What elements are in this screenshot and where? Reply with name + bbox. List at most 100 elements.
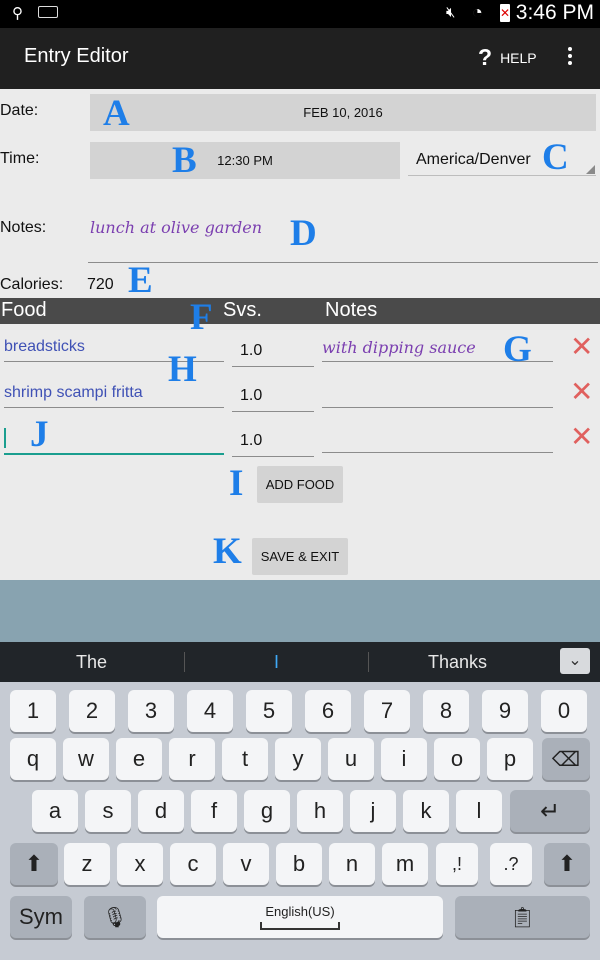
letter-key[interactable]: u bbox=[328, 738, 374, 780]
letter-key[interactable]: s bbox=[85, 790, 131, 832]
digit-key[interactable]: 0 bbox=[541, 690, 587, 732]
letter-key[interactable]: c bbox=[170, 843, 216, 885]
letter-key[interactable]: f bbox=[191, 790, 237, 832]
letter-key[interactable]: n bbox=[329, 843, 375, 885]
digit-key[interactable]: 5 bbox=[246, 690, 292, 732]
food-table-header: Food Svs. Notes bbox=[0, 298, 600, 324]
digit-key[interactable]: 7 bbox=[364, 690, 410, 732]
letter-key[interactable]: k bbox=[403, 790, 449, 832]
screen-title: Entry Editor bbox=[24, 45, 129, 67]
letter-key[interactable]: m bbox=[382, 843, 428, 885]
save-exit-button[interactable]: SAVE & EXIT bbox=[252, 538, 348, 575]
help-icon: ? bbox=[478, 44, 493, 70]
space-key[interactable]: English(US) bbox=[157, 896, 443, 938]
suggestion-2[interactable]: I bbox=[274, 652, 279, 673]
suggestion-1[interactable]: The bbox=[76, 652, 107, 673]
collapse-suggestions-button[interactable]: ⌄ bbox=[560, 648, 590, 674]
letter-key[interactable]: o bbox=[434, 738, 480, 780]
servings-input-3[interactable]: 1.0 bbox=[232, 426, 314, 457]
space-language-label: English(US) bbox=[265, 904, 335, 919]
enter-icon: ↵ bbox=[539, 797, 561, 825]
shift-left-key[interactable]: ⬆ bbox=[10, 843, 58, 885]
time-picker-button[interactable]: 12:30 PM bbox=[90, 142, 400, 179]
voice-input-key[interactable]: 🎙︎ bbox=[84, 896, 146, 938]
help-button[interactable]: ? HELP bbox=[478, 44, 537, 71]
digit-key[interactable]: 1 bbox=[10, 690, 56, 732]
microphone-icon: 🎙︎ bbox=[102, 906, 128, 929]
letter-key[interactable]: z bbox=[64, 843, 110, 885]
notes-input[interactable]: lunch at olive garden bbox=[88, 212, 598, 263]
letter-key[interactable]: p bbox=[487, 738, 533, 780]
food-value-1: breadsticks bbox=[4, 338, 85, 355]
letter-key[interactable]: a bbox=[32, 790, 78, 832]
marker-a: A bbox=[103, 93, 130, 134]
delete-row-3-icon[interactable]: ✕ bbox=[570, 423, 593, 451]
delete-row-2-icon[interactable]: ✕ bbox=[570, 378, 593, 406]
letter-key[interactable]: h bbox=[297, 790, 343, 832]
comma-key[interactable]: ,! bbox=[436, 843, 478, 885]
delete-row-1-icon[interactable]: ✕ bbox=[570, 333, 593, 361]
sym-key[interactable]: Sym bbox=[10, 896, 72, 938]
digit-key[interactable]: 2 bbox=[69, 690, 115, 732]
digit-key[interactable]: 3 bbox=[128, 690, 174, 732]
servings-input-1[interactable]: 1.0 bbox=[232, 336, 314, 367]
servings-value-2: 1.0 bbox=[240, 387, 263, 404]
letter-key[interactable]: j bbox=[350, 790, 396, 832]
digit-key[interactable]: 4 bbox=[187, 690, 233, 732]
marker-k: K bbox=[213, 531, 242, 572]
help-label: HELP bbox=[500, 49, 537, 66]
marker-c: C bbox=[542, 137, 569, 178]
add-food-button[interactable]: ADD FOOD bbox=[257, 466, 343, 503]
shift-right-key[interactable]: ⬆ bbox=[544, 843, 590, 885]
action-bar: Entry Editor ? HELP bbox=[0, 28, 600, 89]
date-label: Date: bbox=[0, 102, 39, 119]
enter-key[interactable]: ↵ bbox=[510, 790, 590, 832]
shift-icon: ⬆ bbox=[24, 851, 44, 876]
food-notes-value-1: with dipping sauce bbox=[322, 338, 476, 357]
letter-key[interactable]: l bbox=[456, 790, 502, 832]
content-background bbox=[0, 580, 600, 642]
marker-j: J bbox=[30, 414, 49, 455]
divider bbox=[184, 652, 185, 672]
letter-key[interactable]: w bbox=[63, 738, 109, 780]
suggestion-bar: The I Thanks ⌄ bbox=[0, 642, 600, 682]
food-input-2[interactable]: shrimp scampi fritta bbox=[4, 382, 224, 408]
backspace-key[interactable]: ⌫ bbox=[542, 738, 590, 780]
food-value-2: shrimp scampi fritta bbox=[4, 384, 143, 401]
letter-key[interactable]: e bbox=[116, 738, 162, 780]
letter-key[interactable]: r bbox=[169, 738, 215, 780]
overflow-menu-icon[interactable] bbox=[562, 44, 578, 72]
date-picker-button[interactable]: FEB 10, 2016 bbox=[90, 94, 596, 131]
text-cursor bbox=[4, 428, 6, 448]
letter-key[interactable]: y bbox=[275, 738, 321, 780]
time-label: Time: bbox=[0, 150, 40, 167]
servings-value-1: 1.0 bbox=[240, 342, 263, 359]
space-bar-icon bbox=[260, 922, 340, 930]
food-notes-input-3[interactable] bbox=[322, 427, 553, 453]
digit-key[interactable]: 8 bbox=[423, 690, 469, 732]
letter-key[interactable]: i bbox=[381, 738, 427, 780]
letter-key[interactable]: g bbox=[244, 790, 290, 832]
clipboard-key[interactable]: 📋︎ bbox=[455, 896, 590, 938]
shift-icon: ⬆ bbox=[557, 851, 577, 876]
letter-key[interactable]: v bbox=[223, 843, 269, 885]
marker-e: E bbox=[128, 260, 153, 301]
digit-key[interactable]: 9 bbox=[482, 690, 528, 732]
digit-key[interactable]: 6 bbox=[305, 690, 351, 732]
timezone-value: America/Denver bbox=[416, 151, 531, 168]
letter-key[interactable]: x bbox=[117, 843, 163, 885]
suggestion-3[interactable]: Thanks bbox=[428, 652, 487, 673]
letter-key[interactable]: b bbox=[276, 843, 322, 885]
letter-key[interactable]: q bbox=[10, 738, 56, 780]
status-bar: ⚲ 🔇︎ ◔ ✕ 3:46 PM bbox=[0, 0, 600, 28]
servings-input-2[interactable]: 1.0 bbox=[232, 381, 314, 412]
letter-key[interactable]: t bbox=[222, 738, 268, 780]
usb-icon: ⚲ bbox=[12, 5, 23, 22]
marker-i: I bbox=[229, 463, 244, 504]
food-notes-input-2[interactable] bbox=[322, 382, 553, 408]
letter-key[interactable]: d bbox=[138, 790, 184, 832]
period-key[interactable]: .? bbox=[490, 843, 532, 885]
notes-value: lunch at olive garden bbox=[90, 218, 263, 237]
header-notes: Notes bbox=[325, 299, 378, 321]
calories-label: Calories: bbox=[0, 276, 64, 293]
